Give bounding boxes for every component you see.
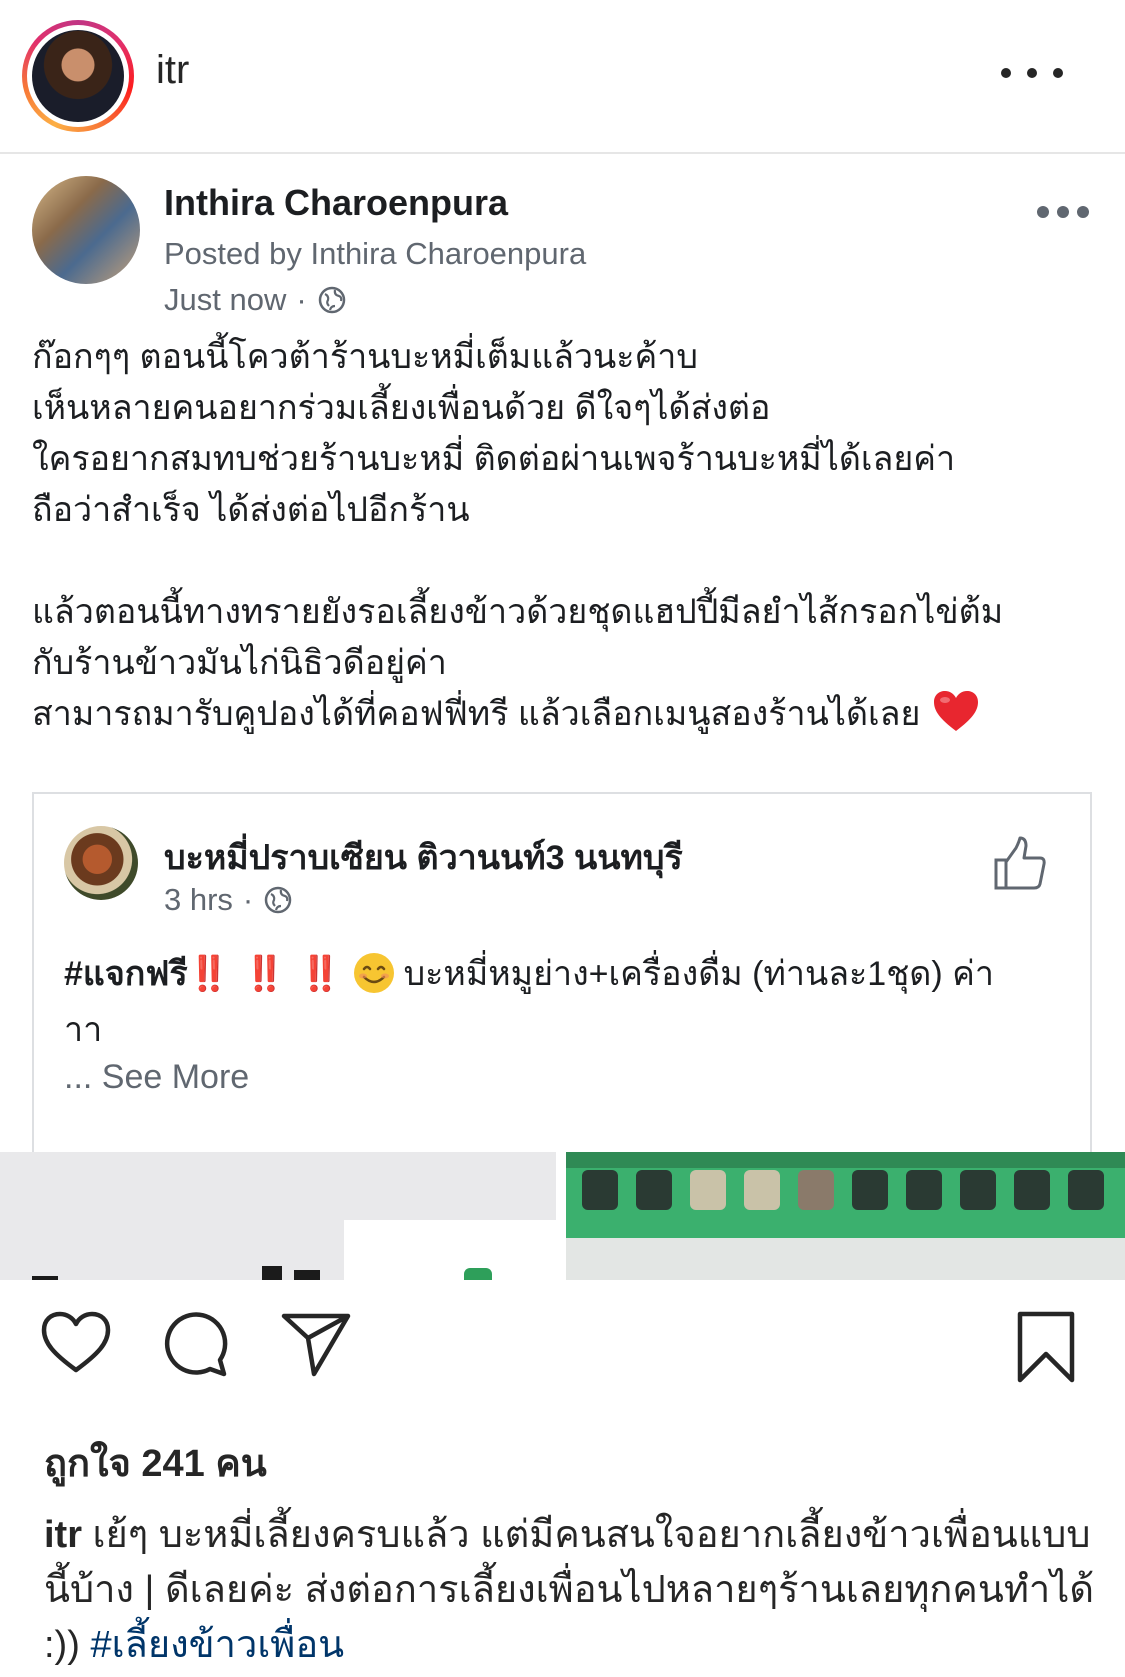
text-line: ใครอยากสมทบช่วยร้านบะหมี่ ติดต่อผ่านเพจร… [32,440,956,478]
basket-slot [1068,1170,1104,1210]
fb-post-meta: Just now · [164,282,347,318]
glyph-fragment [294,1270,320,1280]
image-bottom-strip [566,1238,1125,1280]
shared-image-left [0,1152,556,1280]
paper-plane-icon[interactable] [280,1310,352,1378]
shared-image-right [566,1152,1125,1280]
fb-more-icon [1037,200,1089,218]
caption-username[interactable]: itr [44,1514,82,1556]
glyph-fragment [262,1266,282,1280]
globe-icon [265,886,292,914]
image-green-mark [464,1268,492,1280]
exclamation-marks: ‼️ ‼️ ‼️ [187,955,344,993]
red-heart-icon [934,691,979,731]
dot [1037,206,1049,218]
smiling-face-icon [353,953,394,993]
basket-slot [744,1170,780,1210]
dot [1027,68,1037,78]
page-text-line2: าา [64,1011,103,1049]
shared-page-post: บะหมี่ปราบเซียน ติวานนท์3 นนทบุรี 3 hrs … [32,792,1092,1152]
text-line: กับร้านข้าวมันไก่นิธิวดีอยู่ค่า [32,644,447,682]
basket-slot [798,1170,834,1210]
heart-icon[interactable] [40,1310,112,1376]
page-avatar [64,826,138,900]
fb-post-text: ก๊อกๆๆ ตอนนี้โควต้าร้านบะหมี่เต็มแล้วนะค… [32,332,1092,740]
fb-author-avatar [32,176,140,284]
page-post-meta: 3 hrs · [164,882,293,918]
thumbs-up-icon [994,836,1046,890]
basket-slot [960,1170,996,1210]
basket-slot [852,1170,888,1210]
image-partial-text [32,1256,322,1280]
bookmark-icon[interactable] [1014,1310,1078,1384]
fb-post-time: Just now [164,282,287,317]
story-avatar[interactable] [22,20,134,132]
avatar-ring-gap [27,25,129,127]
post-action-bar [0,1310,1125,1400]
caption-hashtag[interactable]: #เลี้ยงข้าวเพื่อน [90,1624,344,1666]
text-line: เห็นหลายคนอยากร่วมเลี้ยงเพื่อนด้วย ดีใจๆ… [32,389,771,427]
dot [1053,68,1063,78]
globe-icon [318,286,345,314]
post-image-facebook-screenshot: Inthira Charoenpura Posted by Inthira Ch… [0,156,1125,1280]
post-caption: itr เย้ๆ บะหมี่เลี้ยงครบแล้ว แต่มีคนสนใจ… [44,1508,1094,1673]
glyph-fragment [32,1276,58,1280]
page-name: บะหมี่ปราบเซียน ติวานนท์3 นนทบุรี [164,839,683,877]
more-options-icon[interactable] [1001,62,1077,82]
text-line: ถือว่าสำเร็จ ได้ส่งต่อไปอีกร้าน [32,491,470,529]
meta-separator: · [296,282,307,317]
basket-slots [566,1170,1125,1230]
text-line: ก๊อกๆๆ ตอนนี้โควต้าร้านบะหมี่เต็มแล้วนะค… [32,338,698,376]
dot [1001,68,1011,78]
basket-top-edge [566,1152,1125,1168]
basket-slot [690,1170,726,1210]
basket-slot [1014,1170,1050,1210]
dot [1077,206,1089,218]
page-text-line1: บะหมี่หมูย่าง+เครื่องดื่ม (ท่านละ1ชุด) ค… [403,955,994,993]
fb-author-name: Inthira Charoenpura [164,182,509,223]
hashtag-free: #แจกฟรี [64,955,188,993]
page-post-time: 3 hrs [164,882,233,917]
see-more-link: ... See More [64,1058,250,1096]
text-line: แล้วตอนนี้ทางทรายยังรอเลี้ยงข้าวด้วยชุดแ… [32,593,1004,631]
text-line: สามารถมารับคูปองได้ที่คอฟฟี่ทรี แล้วเลือ… [32,695,921,733]
text-line-last: สามารถมารับคูปองได้ที่คอฟฟี่ทรี แล้วเลือ… [32,689,1092,740]
image-white-panel [344,1220,556,1280]
basket-slot [582,1170,618,1210]
instagram-post-header: itr [0,0,1125,154]
dot [1057,206,1069,218]
avatar [32,30,124,122]
likes-count[interactable]: ถูกใจ 241 คน [44,1432,267,1493]
comment-bubble-icon[interactable] [162,1310,230,1378]
basket-slot [636,1170,672,1210]
basket-slot [906,1170,942,1210]
page-post-text: #แจกฟรี‼️ ‼️ ‼️ บะหมี่หมูย่าง+เครื่องดื่… [64,946,1064,1058]
meta-separator: · [242,882,254,917]
fb-posted-by: Posted by Inthira Charoenpura [164,236,587,271]
post-username[interactable]: itr [156,48,189,93]
